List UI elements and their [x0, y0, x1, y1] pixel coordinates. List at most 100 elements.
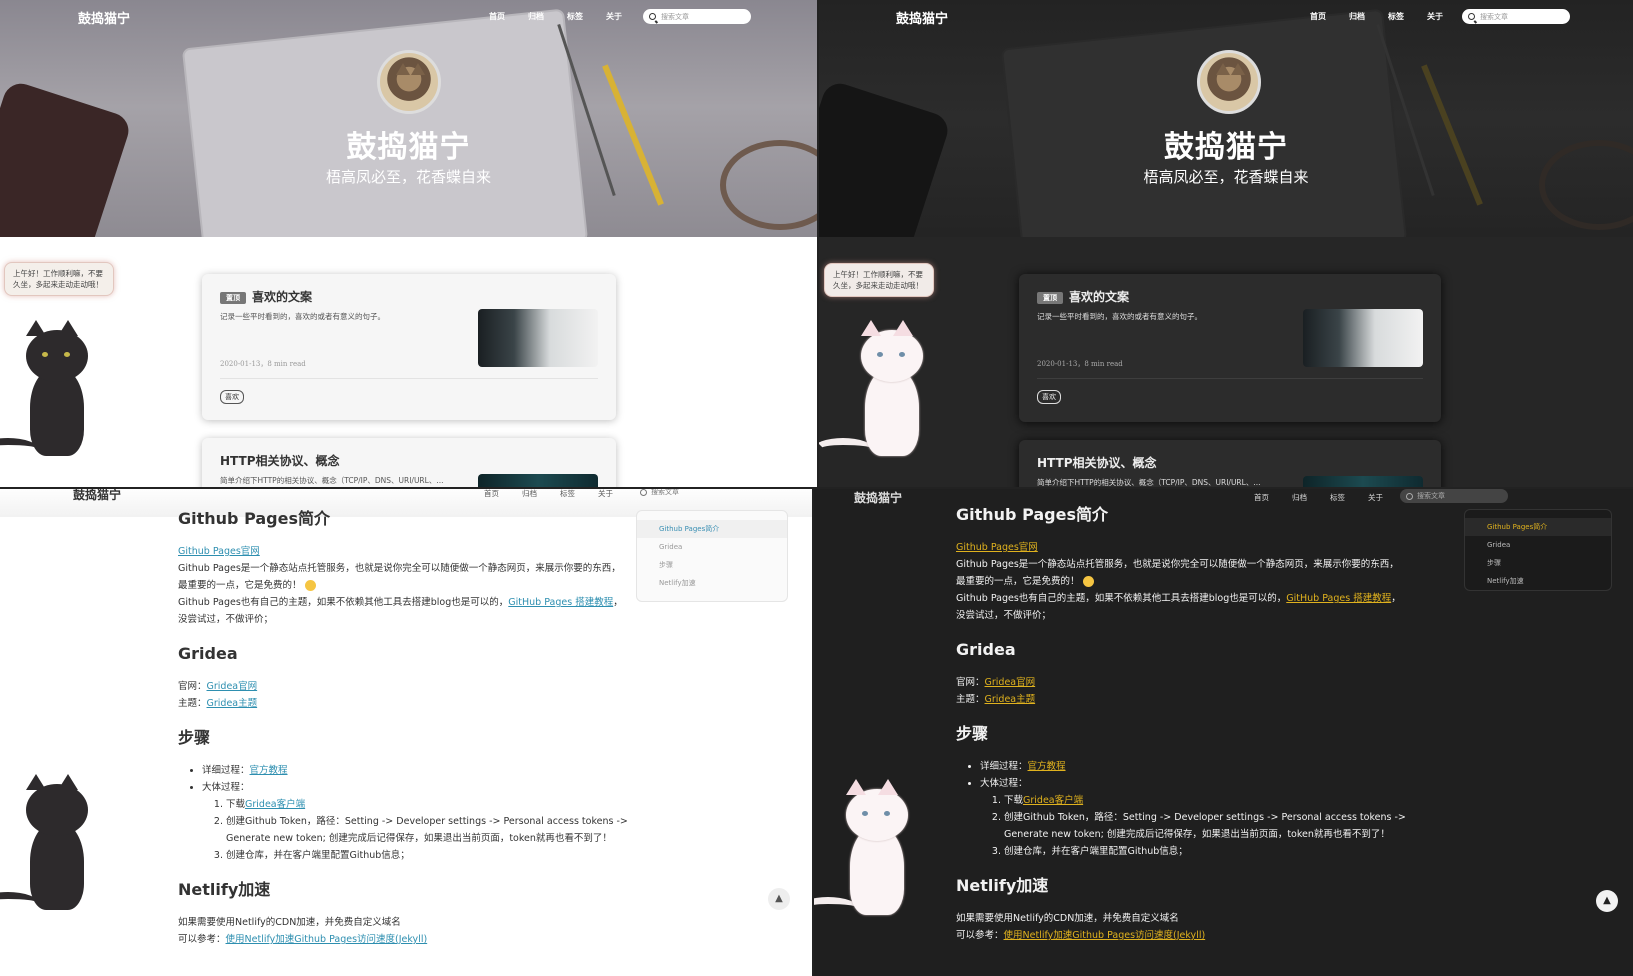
post-thumbnail[interactable]: [1303, 309, 1423, 367]
nav-tags[interactable]: 标签: [567, 11, 583, 22]
site-brand[interactable]: 鼓捣猫宁: [854, 489, 902, 506]
search-input[interactable]: 搜索文章: [640, 489, 679, 497]
link-gridea-site[interactable]: Gridea官网: [985, 677, 1036, 688]
post-title[interactable]: HTTP相关协议、概念: [220, 452, 340, 469]
link-gridea-client[interactable]: Gridea客户端: [1023, 795, 1083, 806]
pinned-badge: 置顶: [220, 291, 246, 304]
main-nav: 首页 归档 标签 关于: [1310, 11, 1443, 22]
section-heading: Netlify加速: [178, 880, 271, 899]
smile-emoji-icon: [304, 580, 316, 591]
post-title[interactable]: 喜欢的文案: [1069, 290, 1129, 304]
avatar: [1197, 50, 1261, 114]
section-heading: 步骤: [956, 724, 989, 743]
section-heading: Gridea: [956, 640, 1016, 659]
steps-list: 详细过程：官方教程 大体过程： 下载Gridea客户端 创建Github Tok…: [980, 758, 1408, 860]
post-card[interactable]: HTTP相关协议、概念 简单介绍下HTTP的相关协议、概念（TCP/IP、DNS…: [202, 438, 616, 487]
article-body: Github Pages简介 Github Pages官网 Github Pag…: [956, 503, 1408, 944]
hero-banner: 鼓捣猫宁 首页 归档 标签 关于 搜索文章 鼓捣猫宁 梧高凤必至，花香蝶自来: [0, 0, 817, 237]
main-nav: 首页 归档 标签 关于: [1254, 492, 1383, 503]
post-card[interactable]: HTTP相关协议、概念 简单介绍下HTTP的相关协议、概念（TCP/IP、DNS…: [1019, 440, 1441, 487]
nav-about[interactable]: 关于: [598, 489, 613, 499]
link-gridea-themes[interactable]: Gridea主题: [985, 694, 1036, 705]
toc-item[interactable]: Github Pages简介: [637, 520, 787, 538]
link-netlify-guide[interactable]: 使用Netlify加速Github Pages访问速度(Jekyll): [1004, 930, 1206, 941]
mascot-cat-white[interactable]: [819, 320, 947, 460]
home-dark-panel: 鼓捣猫宁 首页 归档 标签 关于 搜索文章 鼓捣猫宁 梧高凤必至，花香蝶自来 上…: [819, 0, 1633, 487]
section-heading: Github Pages简介: [956, 505, 1108, 524]
site-brand[interactable]: 鼓捣猫宁: [73, 489, 121, 503]
post-excerpt: 记录一些平时看到的，喜欢的或者有意义的句子。: [220, 312, 385, 321]
nav-home[interactable]: 首页: [1310, 11, 1326, 22]
link-github-pages[interactable]: Github Pages官网: [956, 542, 1038, 553]
toc-item[interactable]: Gridea: [1465, 536, 1611, 554]
article-body: Github Pages简介 Github Pages官网 Github Pag…: [178, 507, 630, 948]
nav-tags[interactable]: 标签: [1388, 11, 1404, 22]
pinned-badge: 置顶: [1037, 291, 1063, 304]
post-card[interactable]: 置顶 喜欢的文案 记录一些平时看到的，喜欢的或者有意义的句子。 2020-01-1…: [1019, 274, 1441, 422]
post-excerpt: 简单介绍下HTTP的相关协议、概念（TCP/IP、DNS、URI/URL、...: [1037, 478, 1261, 487]
article-dark-panel: 鼓捣猫宁 首页 归档 标签 关于 搜索文章 Github Pages简介 Git…: [814, 489, 1633, 976]
link-gridea-themes[interactable]: Gridea主题: [207, 698, 258, 709]
post-title[interactable]: 喜欢的文案: [252, 290, 312, 304]
post-thumbnail[interactable]: [1303, 476, 1423, 487]
search-icon: [1468, 13, 1475, 20]
link-pages-tutorial[interactable]: GitHub Pages 搭建教程: [1286, 593, 1391, 604]
post-excerpt: 简单介绍下HTTP的相关协议、概念（TCP/IP、DNS、URI/URL、...: [220, 476, 444, 485]
nav-home[interactable]: 首页: [1254, 492, 1269, 503]
back-to-top-button[interactable]: ▲: [1596, 890, 1618, 912]
mascot-cat-white[interactable]: [814, 779, 932, 919]
mascot-cat-black[interactable]: [0, 320, 112, 460]
toc-item[interactable]: Github Pages简介: [1465, 518, 1611, 536]
post-excerpt: 记录一些平时看到的，喜欢的或者有意义的句子。: [1037, 312, 1202, 321]
mascot-cat-black[interactable]: [0, 774, 112, 914]
nav-home[interactable]: 首页: [484, 489, 499, 499]
nav-tags[interactable]: 标签: [560, 489, 575, 499]
site-title: 鼓捣猫宁: [1164, 130, 1288, 165]
link-gridea-site[interactable]: Gridea官网: [207, 681, 258, 692]
link-official-tutorial[interactable]: 官方教程: [1028, 761, 1066, 772]
nav-home[interactable]: 首页: [489, 11, 505, 22]
nav-tags[interactable]: 标签: [1330, 492, 1345, 503]
smile-emoji-icon: [1082, 576, 1094, 587]
link-pages-tutorial[interactable]: GitHub Pages 搭建教程: [508, 597, 613, 608]
site-brand[interactable]: 鼓捣猫宁: [78, 8, 130, 27]
toc-item[interactable]: 步骤: [637, 556, 787, 574]
toc-item[interactable]: 步骤: [1465, 554, 1611, 572]
search-icon: [1406, 492, 1413, 500]
toc-item[interactable]: Gridea: [637, 538, 787, 556]
nav-about[interactable]: 关于: [606, 11, 622, 22]
nav-about[interactable]: 关于: [1368, 492, 1383, 503]
steps-list: 详细过程：官方教程 大体过程： 下载Gridea客户端 创建Github Tok…: [202, 762, 630, 864]
search-input[interactable]: 搜索文章: [1400, 489, 1508, 503]
nav-archive[interactable]: 归档: [1349, 11, 1365, 22]
table-of-contents: Github Pages简介 Gridea 步骤 Netlify加速: [1464, 509, 1612, 591]
post-title[interactable]: HTTP相关协议、概念: [1037, 454, 1157, 471]
search-input[interactable]: 搜索文章: [1462, 9, 1570, 24]
search-icon: [649, 13, 656, 20]
nav-about[interactable]: 关于: [1427, 11, 1443, 22]
nav-archive[interactable]: 归档: [522, 489, 537, 499]
link-github-pages[interactable]: Github Pages官网: [178, 546, 260, 557]
main-nav: 首页 归档 标签 关于: [484, 489, 613, 499]
site-title: 鼓捣猫宁: [346, 130, 471, 165]
toc-item[interactable]: Netlify加速: [1465, 572, 1611, 590]
post-tag[interactable]: 喜欢: [220, 390, 244, 404]
post-card[interactable]: 置顶 喜欢的文案 记录一些平时看到的，喜欢的或者有意义的句子。 2020-01-1…: [202, 274, 616, 420]
nav-archive[interactable]: 归档: [528, 11, 544, 22]
site-brand[interactable]: 鼓捣猫宁: [896, 8, 948, 27]
link-netlify-guide[interactable]: 使用Netlify加速Github Pages访问速度(Jekyll): [226, 934, 428, 945]
hero-banner: 鼓捣猫宁 首页 归档 标签 关于 搜索文章 鼓捣猫宁 梧高凤必至，花香蝶自来: [819, 0, 1633, 237]
search-input[interactable]: 搜索文章: [643, 9, 751, 24]
nav-archive[interactable]: 归档: [1292, 492, 1307, 503]
post-tag[interactable]: 喜欢: [1037, 390, 1061, 404]
back-to-top-button[interactable]: ▲: [768, 888, 790, 910]
toc-item[interactable]: Netlify加速: [637, 574, 787, 592]
table-of-contents: Github Pages简介 Gridea 步骤 Netlify加速: [636, 510, 788, 602]
link-gridea-client[interactable]: Gridea客户端: [245, 799, 305, 810]
post-meta: 2020-01-13，8 min read: [1037, 360, 1123, 368]
post-thumbnail[interactable]: [478, 474, 598, 487]
link-official-tutorial[interactable]: 官方教程: [250, 765, 288, 776]
post-thumbnail[interactable]: [478, 309, 598, 367]
section-heading: Gridea: [178, 644, 238, 663]
main-nav: 首页 归档 标签 关于: [489, 11, 622, 22]
